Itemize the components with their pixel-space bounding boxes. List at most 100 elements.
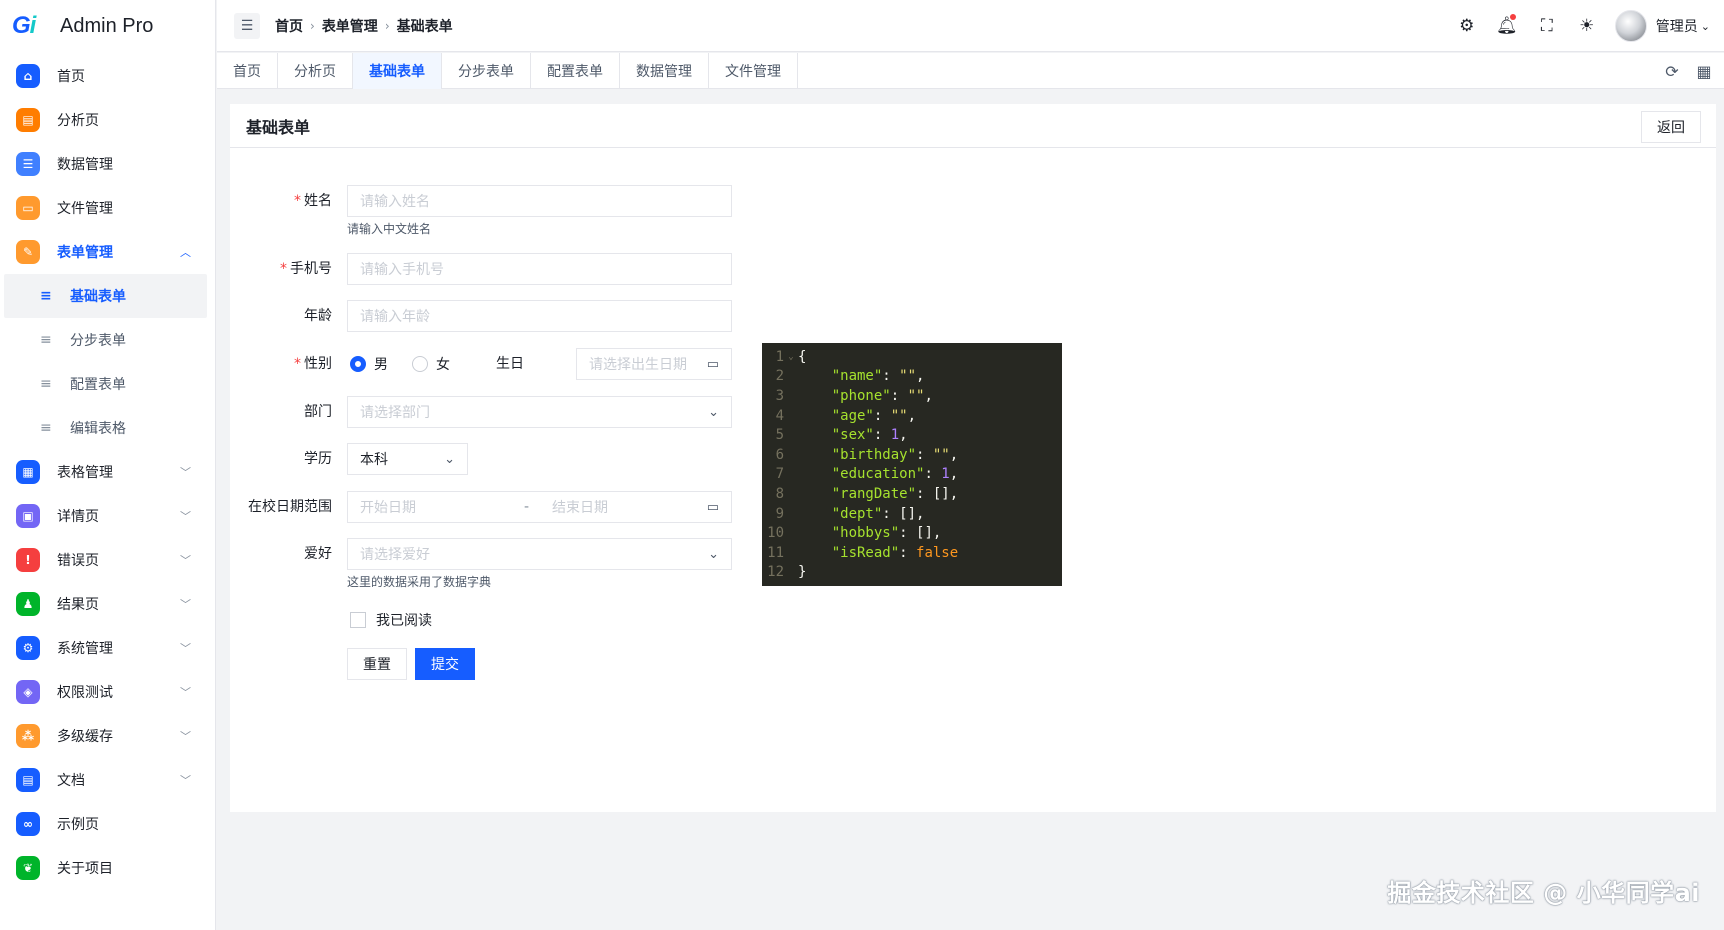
tab-3[interactable]: 分步表单 [442, 53, 531, 89]
list-icon: ≡ [40, 288, 52, 304]
sex-radio-male[interactable]: 男 [350, 354, 388, 374]
sidebar-item-0[interactable]: ⌂ 首页 [0, 54, 215, 98]
code-line: 5 "sex": 1, [762, 425, 1062, 445]
read-checkbox[interactable] [350, 612, 366, 628]
settings-icon: ⚙ [16, 636, 40, 660]
tab-0[interactable]: 首页 [217, 53, 278, 89]
sex-radio-group: 男 女 [347, 348, 472, 380]
sidebar-subitem-2[interactable]: ≡ 配置表单 [4, 362, 207, 406]
sidebar-item-after-4[interactable]: ⚙ 系统管理 ﹀ [0, 626, 215, 670]
back-button[interactable]: 返回 [1641, 111, 1701, 143]
breadcrumb-item-home[interactable]: 首页 [275, 16, 303, 36]
reset-button[interactable]: 重置 [347, 648, 407, 680]
dept-field-wrap: 请选择部门 ⌄ [347, 396, 732, 428]
sidebar-subitem-1[interactable]: ≡ 分步表单 [4, 318, 207, 362]
sidebar-item-after-3[interactable]: ♟ 结果页 ﹀ [0, 582, 215, 626]
range-end-input[interactable]: 结束日期 [552, 497, 608, 517]
range-separator: - [524, 499, 530, 515]
line-number: 4 [775, 407, 784, 424]
sidebar-item-after-1[interactable]: ▣ 详情页 ﹀ [0, 494, 215, 538]
sidebar-item-after-0[interactable]: ▦ 表格管理 ﹀ [0, 450, 215, 494]
apps-grid-icon[interactable]: ▦ [1688, 62, 1720, 81]
line-number: 5 [775, 427, 784, 444]
code-brace: } [798, 564, 807, 581]
sidebar-item-after-5[interactable]: ◈ 权限测试 ﹀ [0, 670, 215, 714]
watermark: 掘金技术社区 @ 小华同学ai [1387, 879, 1700, 907]
sidebar-item-after-8[interactable]: ∞ 示例页 [0, 802, 215, 846]
sidebar-item-3[interactable]: ▭ 文件管理 [0, 186, 215, 230]
age-label: 年龄 [304, 308, 332, 324]
sidebar-item-after-6[interactable]: ⁂ 多级缓存 ﹀ [0, 714, 215, 758]
tab-4[interactable]: 配置表单 [531, 53, 620, 89]
sidebar-item-after-9[interactable]: ❦ 关于项目 [0, 846, 215, 890]
sidebar-item-label: 详情页 [57, 509, 99, 525]
sidebar-item-label: 权限测试 [57, 685, 113, 701]
username[interactable]: 管理员 [1656, 16, 1698, 36]
name-field-wrap: 请输入姓名 请输入中文姓名 [347, 185, 732, 237]
sidebar-item-after-2[interactable]: ! 错误页 ﹀ [0, 538, 215, 582]
hobbys-label: 爱好 [304, 546, 332, 562]
tab-tools: ⟳ ▦ [1656, 53, 1720, 89]
code-value: 1 [941, 466, 950, 483]
code-value: "" [899, 368, 917, 385]
settings-icon[interactable]: ⚙ [1447, 16, 1487, 36]
code-key: "isRead" [831, 544, 900, 561]
fullscreen-icon[interactable]: ⛶ [1527, 16, 1567, 36]
sidebar-item-after-7[interactable]: ▤ 文档 ﹀ [0, 758, 215, 802]
tab-1[interactable]: 分析页 [278, 53, 353, 89]
education-select[interactable]: 本科 ⌄ [347, 443, 468, 475]
sidebar-item-4[interactable]: ✎ 表单管理 ︿ [0, 230, 215, 274]
avatar[interactable] [1614, 10, 1647, 42]
submit-button[interactable]: 提交 [415, 648, 475, 680]
code-key: "education" [831, 466, 925, 483]
refresh-icon[interactable]: ⟳ [1656, 62, 1688, 81]
cache-icon: ⁂ [16, 724, 40, 748]
code-key: "phone" [831, 387, 891, 404]
top-header: ☰ 首页 › 表单管理 › 基础表单 ⚙ 🔔︎ ⛶ ☀ 管理员 ⌄ [217, 0, 1724, 52]
dept-label: 部门 [304, 404, 332, 420]
tab-2[interactable]: 基础表单 [353, 53, 442, 89]
form-actions: 重置 提交 [347, 648, 475, 680]
line-number: 12 [767, 564, 784, 581]
breadcrumb-item-form[interactable]: 表单管理 [322, 16, 378, 36]
phone-label: * 手机号 [280, 261, 332, 277]
page-tabs: 首页 分析页 基础表单 分步表单 配置表单 数据管理 文件管理 ⟳ ▦ [217, 53, 1724, 89]
sidebar-item-1[interactable]: ▤ 分析页 [0, 98, 215, 142]
logo[interactable]: Gi Admin Pro [0, 0, 215, 52]
chart-icon: ▤ [16, 108, 40, 132]
tab-6[interactable]: 文件管理 [709, 53, 798, 89]
sidebar-subitem-3[interactable]: ≡ 编辑表格 [4, 406, 207, 450]
radio-unchecked-icon [412, 356, 428, 372]
theme-sun-icon[interactable]: ☀ [1567, 16, 1607, 36]
chevron-down-icon[interactable]: ⌄ [1701, 20, 1710, 33]
code-line: 11 "isRead": false [762, 543, 1062, 563]
menu-fold-icon: ☰ [240, 17, 254, 34]
form-card: 基础表单 返回 * 姓名 请输入姓名 请输入中文姓名 * 手机号 请输入手机号 年龄… [230, 104, 1716, 812]
chevron-right-icon: › [310, 18, 315, 33]
birthday-picker[interactable]: 请选择出生日期 ▭ [576, 348, 732, 380]
fold-chevron-icon[interactable]: ⌄ [784, 352, 798, 362]
sidebar-subitem-0[interactable]: ≡ 基础表单 [4, 274, 207, 318]
sidebar-item-2[interactable]: ☰ 数据管理 [0, 142, 215, 186]
name-input[interactable]: 请输入姓名 [347, 185, 732, 217]
name-help-text: 请输入中文姓名 [347, 222, 432, 236]
chevron-down-icon: ⌄ [444, 451, 455, 467]
sex-radio-female[interactable]: 女 [412, 354, 450, 374]
collapse-sidebar-button[interactable]: ☰ [234, 12, 260, 39]
database-icon: ☰ [16, 152, 40, 176]
phone-input[interactable]: 请输入手机号 [347, 253, 732, 285]
line-number: 6 [775, 446, 784, 463]
age-input[interactable]: 请输入年龄 [347, 300, 732, 332]
code-value: 1 [890, 427, 900, 444]
code-line: 8 "rangDate": [], [762, 484, 1062, 504]
hobbys-select[interactable]: 请选择爱好 ⌄ [347, 538, 732, 570]
range-date-picker[interactable]: 开始日期 - 结束日期 ▭ [347, 491, 732, 523]
bell-icon[interactable]: 🔔︎ [1487, 14, 1527, 36]
code-comma: , [916, 368, 925, 385]
breadcrumb: 首页 › 表单管理 › 基础表单 [275, 16, 453, 36]
dept-select[interactable]: 请选择部门 ⌄ [347, 396, 732, 428]
range-start-input[interactable]: 开始日期 [360, 497, 416, 517]
age-field-wrap: 请输入年龄 [347, 300, 732, 332]
read-checkbox-label[interactable]: 我已阅读 [376, 610, 432, 630]
tab-5[interactable]: 数据管理 [620, 53, 709, 89]
